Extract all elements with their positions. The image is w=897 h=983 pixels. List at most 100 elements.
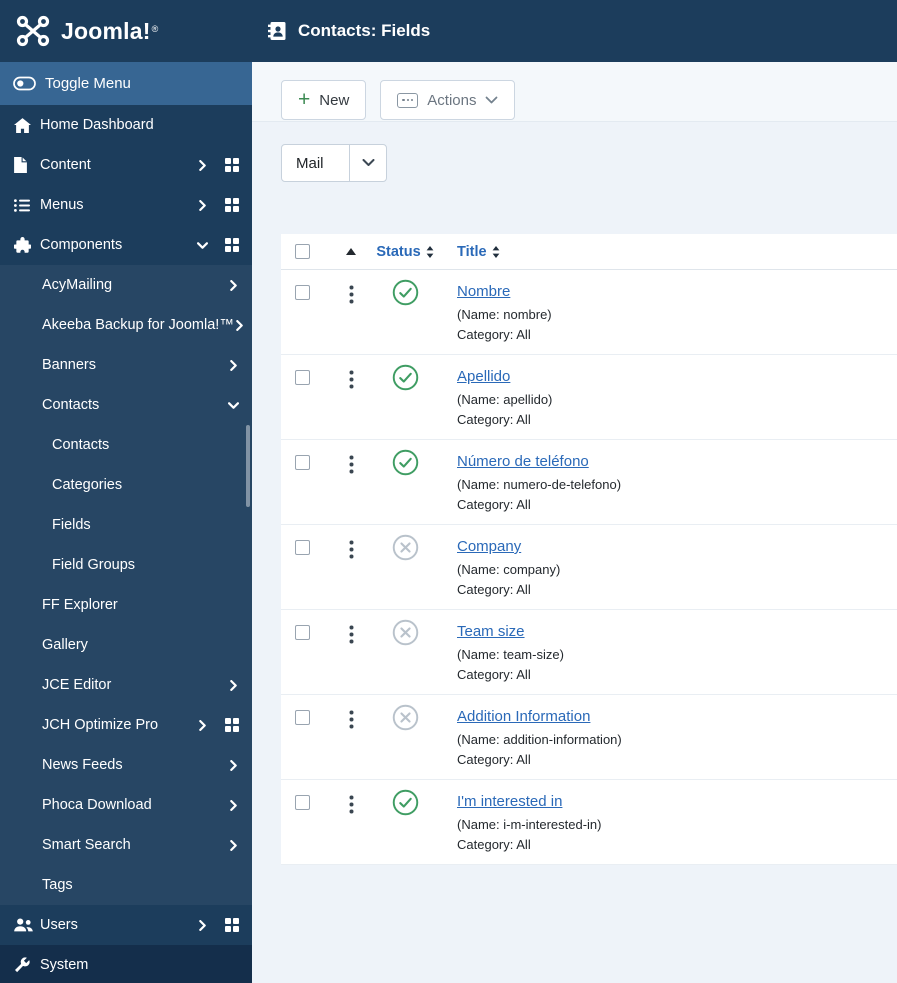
field-title-link[interactable]: Addition Information: [457, 708, 590, 725]
sort-icon: [426, 245, 434, 258]
grid-icon[interactable]: [225, 718, 239, 732]
sidebar: Toggle Menu Home Dashboard Content Menus Co…: [0, 62, 252, 983]
sidebar-item-system[interactable]: System: [0, 945, 252, 983]
field-name: (Name: nombre): [457, 307, 552, 322]
sidebar-item-field-groups[interactable]: Field Groups: [0, 545, 252, 585]
ordering-column-header[interactable]: [329, 248, 373, 255]
drag-handle-icon[interactable]: [349, 710, 354, 779]
status-published-icon: [392, 279, 419, 354]
sidebar-item-akeeba-backup-for-joomla[interactable]: Akeeba Backup for Joomla!™: [0, 305, 252, 345]
toggle-menu-label: Toggle Menu: [45, 75, 131, 92]
page-title: Contacts: Fields: [298, 21, 431, 40]
sidebar-item-label: Field Groups: [52, 557, 136, 573]
select-all-checkbox[interactable]: [295, 244, 310, 259]
drag-handle-icon[interactable]: [349, 540, 354, 609]
field-title-link[interactable]: Company: [457, 538, 521, 555]
field-title-link[interactable]: I'm interested in: [457, 793, 562, 810]
chevron-down-icon: [197, 240, 208, 251]
table-row: Team size (Name: team-size) Category: Al…: [281, 610, 897, 695]
drag-handle-icon[interactable]: [349, 285, 354, 354]
main-content: + New Actions Mail Status Title Nombre (…: [252, 62, 897, 983]
brand-text: Joomla!®: [61, 17, 159, 44]
grid-icon[interactable]: [225, 158, 239, 172]
ellipsis-icon: [397, 92, 419, 108]
field-name: (Name: team-size): [457, 647, 564, 662]
sidebar-item-gallery[interactable]: Gallery: [0, 625, 252, 665]
sidebar-item-contacts[interactable]: Contacts: [0, 385, 252, 425]
sidebar-item-ff-explorer[interactable]: FF Explorer: [0, 585, 252, 625]
sidebar-item-tags[interactable]: Tags: [0, 865, 252, 905]
sidebar-item-content[interactable]: Content: [0, 145, 252, 185]
sidebar-item-contacts[interactable]: Contacts: [0, 425, 252, 465]
menu-toggle-button[interactable]: Toggle Menu: [0, 62, 252, 105]
field-title-link[interactable]: Team size: [457, 623, 525, 640]
table-row: Nombre (Name: nombre) Category: All: [281, 270, 897, 355]
sidebar-item-components[interactable]: Components: [0, 225, 252, 265]
drag-handle-icon[interactable]: [349, 370, 354, 439]
field-category: Category: All: [457, 752, 531, 767]
row-checkbox[interactable]: [295, 540, 310, 555]
sidebar-item-label: Categories: [52, 477, 123, 493]
sort-icon: [492, 245, 499, 258]
content-icon: [14, 157, 40, 173]
sidebar-item-news-feeds[interactable]: News Feeds: [0, 745, 252, 785]
plus-icon: +: [298, 87, 311, 111]
joomla-admin: Joomla!® Contacts: Fields Toggle Menu Ho…: [0, 0, 897, 983]
sidebar-item-banners[interactable]: Banners: [0, 345, 252, 385]
table-row: I'm interested in (Name: i-m-interested-…: [281, 780, 897, 865]
sidebar-item-label: Tags: [42, 877, 73, 893]
row-checkbox[interactable]: [295, 710, 310, 725]
field-title-link[interactable]: Apellido: [457, 368, 510, 385]
row-checkbox[interactable]: [295, 455, 310, 470]
table-row: Número de teléfono (Name: numero-de-tele…: [281, 440, 897, 525]
sidebar-item-categories[interactable]: Categories: [0, 465, 252, 505]
sidebar-menu: Home Dashboard Content Menus Components AcyM…: [0, 105, 252, 983]
sidebar-item-label: Banners: [42, 357, 97, 373]
sidebar-item-jce-editor[interactable]: JCE Editor: [0, 665, 252, 705]
drag-handle-icon[interactable]: [349, 455, 354, 524]
sidebar-item-users[interactable]: Users: [0, 905, 252, 945]
menus-icon: [14, 198, 40, 212]
sidebar-item-label: Akeeba Backup for Joomla!™: [42, 317, 234, 333]
sidebar-item-menus[interactable]: Menus: [0, 185, 252, 225]
status-published-toggle[interactable]: [392, 449, 419, 524]
row-checkbox[interactable]: [295, 285, 310, 300]
status-published-toggle[interactable]: [392, 279, 419, 354]
toggle-menu-icon: [13, 76, 36, 91]
field-title-link[interactable]: Nombre: [457, 283, 510, 300]
users-icon: [14, 918, 40, 932]
sidebar-item-acymailing[interactable]: AcyMailing: [0, 265, 252, 305]
brand[interactable]: Joomla!®: [0, 0, 252, 62]
row-checkbox[interactable]: [295, 370, 310, 385]
drag-handle-icon[interactable]: [349, 625, 354, 694]
row-checkbox[interactable]: [295, 625, 310, 640]
status-unpublished-icon: [392, 619, 419, 694]
status-column-header[interactable]: Status: [373, 244, 437, 260]
grid-icon[interactable]: [225, 198, 239, 212]
filter-mail-select[interactable]: Mail: [281, 144, 387, 182]
row-checkbox[interactable]: [295, 795, 310, 810]
drag-handle-icon[interactable]: [349, 795, 354, 864]
new-button[interactable]: + New: [281, 80, 367, 120]
field-category: Category: All: [457, 412, 531, 427]
sidebar-item-home-dashboard[interactable]: Home Dashboard: [0, 105, 252, 145]
table-row: Addition Information (Name: addition-inf…: [281, 695, 897, 780]
sidebar-item-fields[interactable]: Fields: [0, 505, 252, 545]
sidebar-item-smart-search[interactable]: Smart Search: [0, 825, 252, 865]
status-unpublished-toggle[interactable]: [392, 704, 419, 779]
chevron-right-icon: [197, 159, 208, 171]
field-category: Category: All: [457, 667, 531, 682]
grid-icon[interactable]: [225, 918, 239, 932]
grid-icon[interactable]: [225, 238, 239, 252]
sidebar-item-phoca-download[interactable]: Phoca Download: [0, 785, 252, 825]
status-unpublished-toggle[interactable]: [392, 534, 419, 609]
actions-dropdown-button[interactable]: Actions: [380, 80, 516, 120]
sidebar-scrollbar[interactable]: [246, 425, 250, 507]
title-column-header[interactable]: Title: [437, 244, 897, 260]
status-published-toggle[interactable]: [392, 789, 419, 864]
status-published-toggle[interactable]: [392, 364, 419, 439]
status-unpublished-toggle[interactable]: [392, 619, 419, 694]
chevron-down-icon: [349, 145, 386, 181]
sidebar-item-jch-optimize-pro[interactable]: JCH Optimize Pro: [0, 705, 252, 745]
field-title-link[interactable]: Número de teléfono: [457, 453, 589, 470]
